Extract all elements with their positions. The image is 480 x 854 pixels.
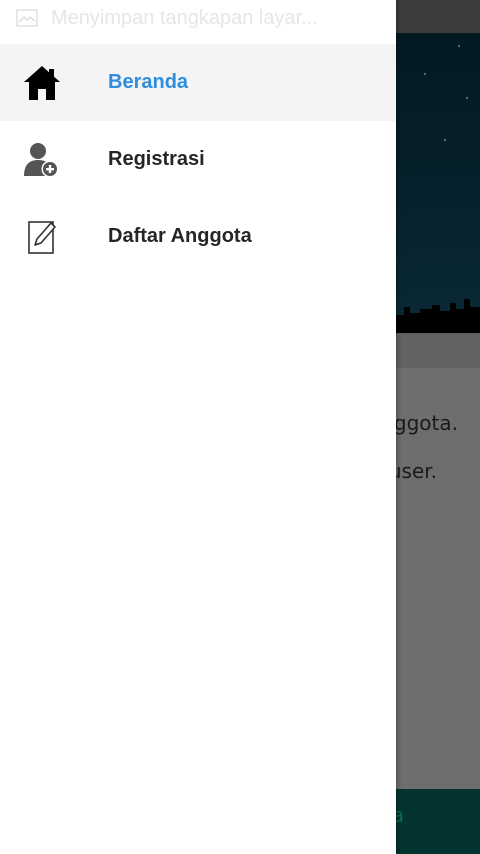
edit-document-icon — [22, 217, 62, 257]
drawer-item-registrasi[interactable]: Registrasi — [0, 121, 396, 198]
notification-text: Menyimpan tangkapan layar... — [51, 6, 318, 29]
drawer-item-daftar-anggota[interactable]: Daftar Anggota — [0, 198, 396, 275]
screenshot-icon — [16, 9, 38, 27]
drawer-item-beranda[interactable]: Beranda — [0, 44, 396, 121]
add-user-icon — [22, 140, 62, 180]
drawer-item-label: Registrasi — [108, 148, 205, 170]
drawer-item-label: Beranda — [108, 71, 189, 93]
drawer-item-label: Daftar Anggota — [108, 225, 252, 247]
home-icon — [22, 63, 62, 103]
navigation-drawer: Menyimpan tangkapan layar... Beranda Reg… — [0, 0, 396, 854]
status-bar: Menyimpan tangkapan layar... — [0, 0, 396, 36]
drawer-menu: Beranda Registrasi Daftar Anggota — [0, 44, 396, 275]
